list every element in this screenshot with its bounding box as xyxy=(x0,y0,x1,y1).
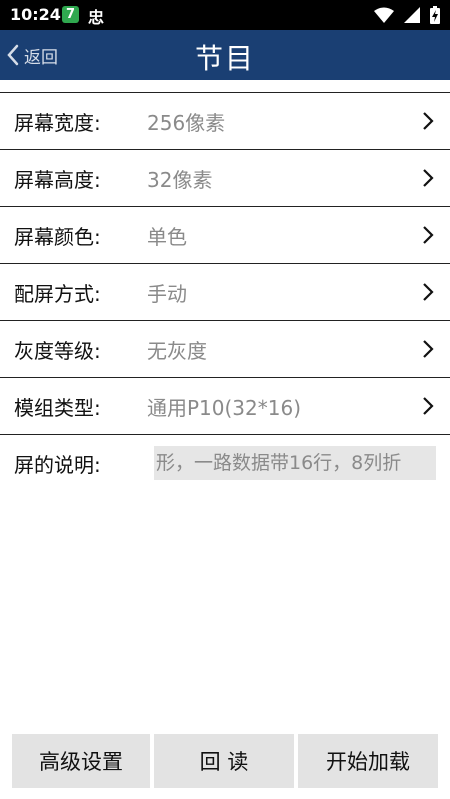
battery-icon xyxy=(430,6,440,24)
notification-badge-icon: 7 xyxy=(62,6,79,23)
readback-button[interactable]: 回 读 xyxy=(154,734,294,788)
bottom-toolbar: 高级设置 回 读 开始加载 xyxy=(0,734,450,788)
nav-bar: 返回 节目 xyxy=(0,30,450,80)
status-time: 10:24 xyxy=(10,5,61,24)
chevron-right-icon xyxy=(423,397,434,415)
row-value: 手动 xyxy=(147,281,187,306)
row-module-type[interactable]: 模组类型: 通用P10(32*16) xyxy=(0,378,450,435)
notification-app-icon: 忠 xyxy=(88,8,105,27)
row-screen-description: 屏的说明: 形，一路数据带16行，8列折 xyxy=(0,435,450,491)
row-label: 屏的说明: xyxy=(14,452,101,477)
row-screen-config-mode[interactable]: 配屏方式: 手动 xyxy=(0,264,450,321)
row-value: 无灰度 xyxy=(147,338,207,363)
row-label: 屏幕宽度: xyxy=(14,110,101,135)
row-value: 256像素 xyxy=(147,110,226,135)
row-label: 灰度等级: xyxy=(14,338,101,363)
row-value: 通用P10(32*16) xyxy=(147,395,302,420)
advanced-settings-button[interactable]: 高级设置 xyxy=(12,734,150,788)
row-label: 屏幕颜色: xyxy=(14,224,101,249)
chevron-right-icon xyxy=(423,226,434,244)
row-value: 单色 xyxy=(147,224,187,249)
chevron-right-icon xyxy=(423,340,434,358)
row-gray-level[interactable]: 灰度等级: 无灰度 xyxy=(0,321,450,378)
row-label: 模组类型: xyxy=(14,395,101,420)
page-title: 节目 xyxy=(194,42,255,75)
status-icons xyxy=(374,6,440,24)
chevron-right-icon xyxy=(423,112,434,130)
signal-icon xyxy=(404,7,420,23)
status-bar: 10:24 7 忠 xyxy=(0,0,450,30)
row-screen-width[interactable]: 屏幕宽度: 256像素 xyxy=(0,93,450,150)
row-screen-height[interactable]: 屏幕高度: 32像素 xyxy=(0,150,450,207)
chevron-right-icon xyxy=(423,169,434,187)
wifi-icon xyxy=(374,7,394,23)
row-label: 配屏方式: xyxy=(14,281,101,306)
start-loading-button[interactable]: 开始加载 xyxy=(298,734,438,788)
row-value: 32像素 xyxy=(147,167,213,192)
row-label: 屏幕高度: xyxy=(14,167,101,192)
chevron-right-icon xyxy=(423,283,434,301)
row-screen-color[interactable]: 屏幕颜色: 单色 xyxy=(0,207,450,264)
settings-list: 屏幕宽度: 256像素 屏幕高度: 32像素 屏幕颜色: 单色 配屏方式: 手动… xyxy=(0,93,450,491)
description-field[interactable]: 形，一路数据带16行，8列折 xyxy=(154,446,436,480)
